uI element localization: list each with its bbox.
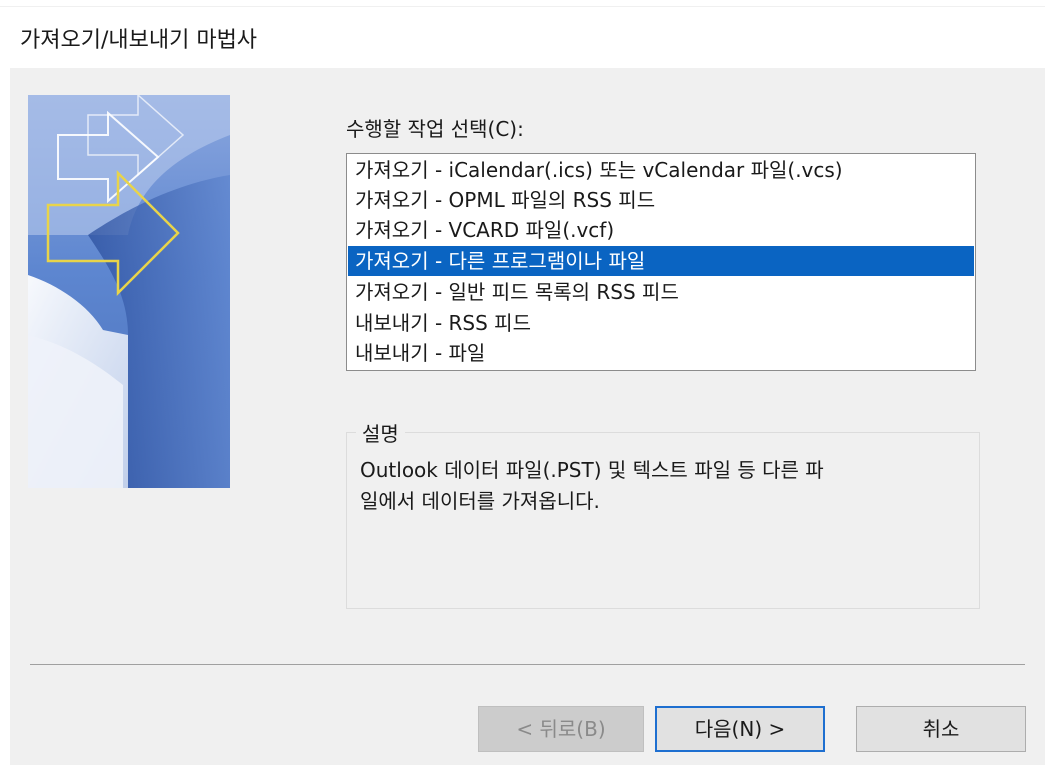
list-item-import-vcard[interactable]: 가져오기 - VCARD 파일(.vcf): [348, 215, 974, 245]
window-top-border: [0, 0, 1045, 7]
list-item-export-rss[interactable]: 내보내기 - RSS 피드: [348, 308, 974, 338]
window-title: 가져오기/내보내기 마법사: [20, 28, 258, 53]
footer-separator: [30, 664, 1025, 665]
list-item-import-other-program-selected[interactable]: 가져오기 - 다른 프로그램이나 파일: [348, 246, 974, 276]
list-item-export-file[interactable]: 내보내기 - 파일: [348, 338, 974, 368]
next-button[interactable]: 다음(N) >: [655, 706, 825, 752]
task-select-label: 수행할 작업 선택(C):: [346, 117, 524, 141]
cancel-button[interactable]: 취소: [856, 706, 1026, 752]
list-item-import-opml-rss[interactable]: 가져오기 - OPML 파일의 RSS 피드: [348, 185, 974, 215]
wizard-banner-image: [28, 95, 230, 488]
description-title: 설명: [356, 418, 405, 447]
import-export-arrow-icon: [28, 95, 230, 488]
task-listbox[interactable]: 가져오기 - iCalendar(.ics) 또는 vCalendar 파일(.…: [346, 153, 976, 371]
back-button[interactable]: < 뒤로(B): [478, 706, 644, 752]
description-text: Outlook 데이터 파일(.PST) 및 텍스트 파일 등 다른 파 일에서…: [360, 458, 824, 513]
list-item-import-icalendar[interactable]: 가져오기 - iCalendar(.ics) 또는 vCalendar 파일(.…: [348, 155, 974, 185]
list-item-import-feed-list-rss[interactable]: 가져오기 - 일반 피드 목록의 RSS 피드: [348, 277, 974, 307]
